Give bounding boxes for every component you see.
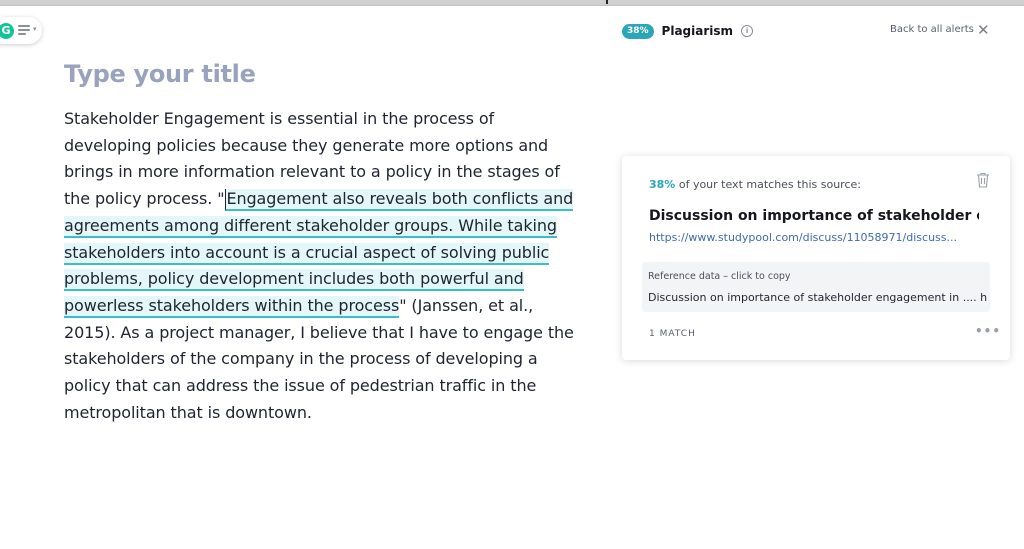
reference-label: Reference data – click to copy xyxy=(648,271,791,282)
plagiarism-title: Plagiarism xyxy=(661,24,734,38)
reference-data-box[interactable]: Reference data – click to copy Discussio… xyxy=(642,262,990,312)
close-icon[interactable]: ✕ xyxy=(977,21,990,39)
back-to-alerts-link[interactable]: Back to all alerts xyxy=(890,24,974,35)
top-strip xyxy=(0,0,1024,6)
reference-text: Discussion on importance of stakeholder … xyxy=(648,291,988,304)
document-body[interactable]: Stakeholder Engagement is essential in t… xyxy=(64,106,574,426)
title-input[interactable]: Type your title xyxy=(64,60,544,88)
match-percent: 38% xyxy=(649,178,676,191)
source-title: Discussion on importance of stakeholder … xyxy=(649,208,979,224)
match-summary: 38% of your text matches this source: xyxy=(649,178,861,191)
chevron-down-icon[interactable]: ▾ xyxy=(33,25,37,33)
more-icon[interactable]: ••• xyxy=(975,324,1001,338)
top-strip-tick xyxy=(606,0,608,4)
trash-icon[interactable] xyxy=(976,172,990,188)
hamburger-icon[interactable] xyxy=(18,25,30,35)
plagiarism-percent-badge: 38% xyxy=(622,23,654,39)
grammarly-g-icon[interactable]: G xyxy=(0,23,14,39)
grammarly-toolbar[interactable]: G ▾ xyxy=(0,17,42,44)
plagiarism-alert-card[interactable]: 38% of your text matches this source: Di… xyxy=(622,156,1010,360)
plagiarism-header: 38% Plagiarism i xyxy=(622,22,754,40)
source-url-link[interactable]: https://www.studypool.com/discuss/110589… xyxy=(649,231,969,244)
match-count: 1 MATCH xyxy=(649,329,696,339)
match-text: of your text matches this source: xyxy=(678,178,861,191)
info-icon[interactable]: i xyxy=(741,25,754,37)
